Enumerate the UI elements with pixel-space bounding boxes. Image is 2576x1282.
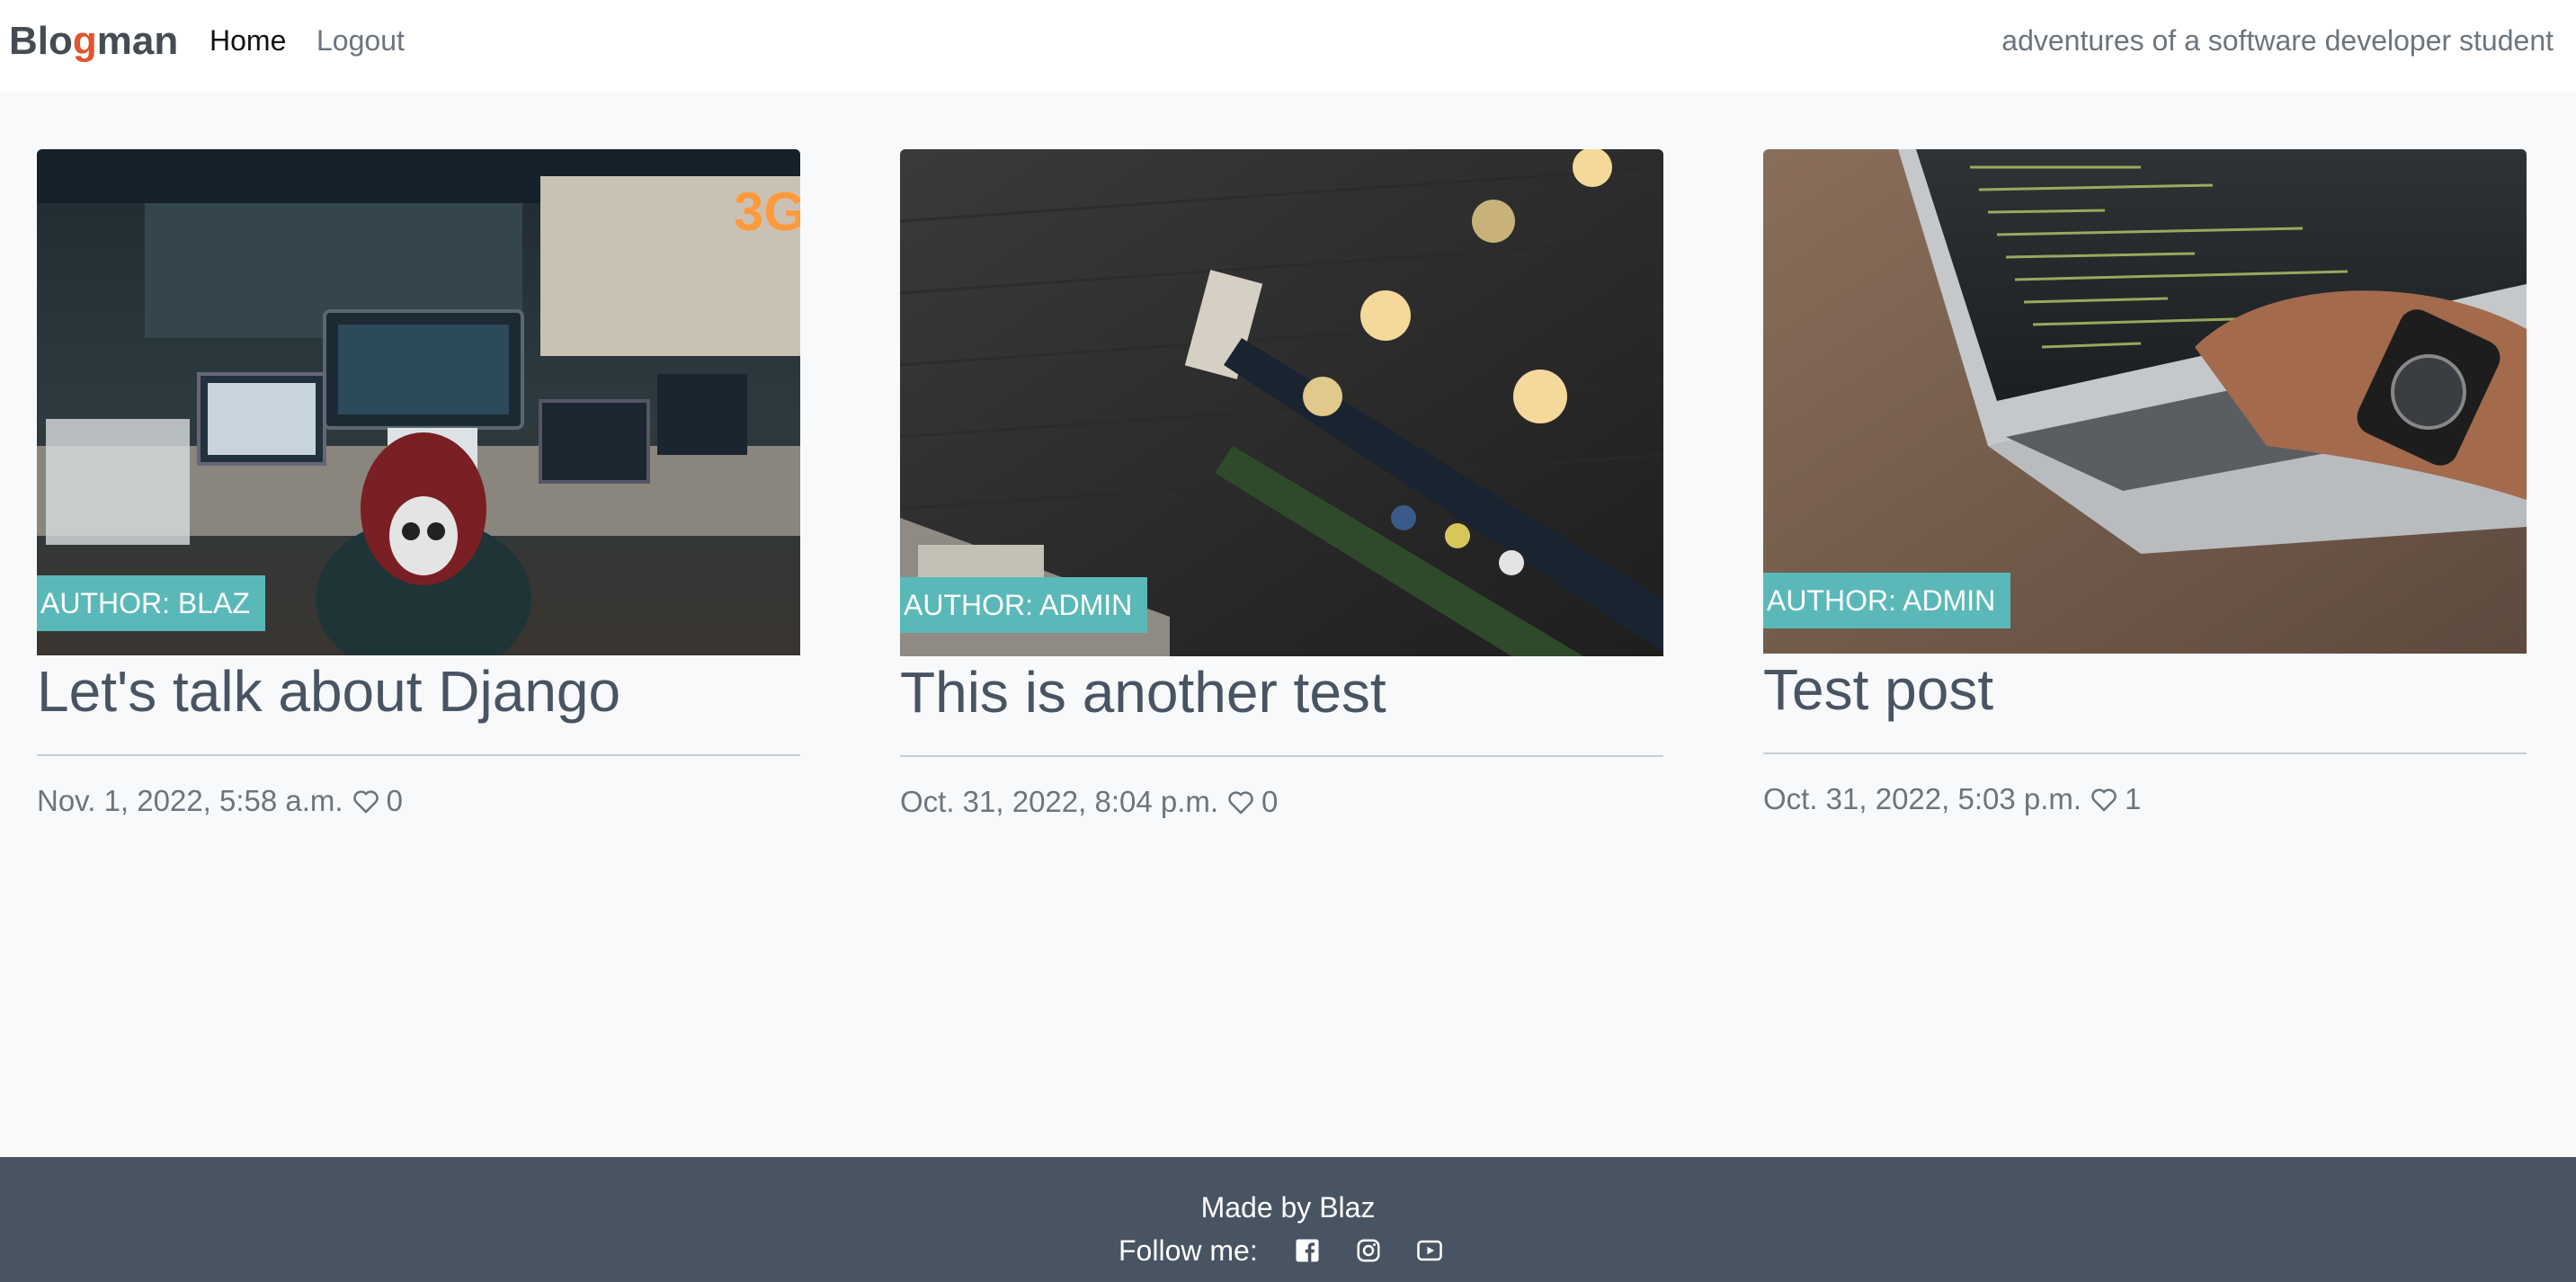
like-count: 1 [2125, 782, 2142, 815]
post-date: Oct. 31, 2022, 5:03 p.m. [1763, 782, 2082, 815]
facebook-icon[interactable] [1294, 1237, 1321, 1264]
svg-text:3G: 3G [734, 182, 800, 242]
post-thumbnail[interactable]: AUTHOR: ADMIN [900, 149, 1663, 656]
heart-icon[interactable] [2089, 784, 2119, 815]
heart-icon[interactable] [1226, 787, 1256, 817]
heart-icon[interactable] [351, 786, 381, 816]
post-meta: Nov. 1, 2022, 5:58 a.m. 0 [37, 783, 800, 819]
follow-row: Follow me: [1119, 1233, 1477, 1269]
author-badge: AUTHOR: ADMIN [900, 577, 1148, 633]
post-date: Oct. 31, 2022, 8:04 p.m. [900, 785, 1219, 818]
site-tagline: adventures of a software developer stude… [2001, 24, 2554, 57]
footer: Made by Blaz Follow me: [0, 1157, 2576, 1282]
brand-logo[interactable]: Blogman [9, 16, 178, 67]
post-card: AUTHOR: ADMIN This is another test Oct. … [900, 149, 1663, 820]
post-meta: Oct. 31, 2022, 5:03 p.m. 1 [1763, 781, 2527, 817]
nav-logout-link[interactable]: Logout [316, 22, 405, 59]
author-badge: AUTHOR: BLAZ [37, 575, 265, 631]
post-title[interactable]: Let's talk about Django [37, 655, 800, 727]
post-meta: Oct. 31, 2022, 8:04 p.m. 0 [900, 784, 1663, 820]
post-thumbnail[interactable]: 3G AUTHOR: BLAZ [37, 149, 800, 655]
divider [1763, 752, 2527, 754]
author-badge: AUTHOR: ADMIN [1763, 573, 2011, 628]
post-card: AUTHOR: ADMIN Test post Oct. 31, 2022, 5… [1763, 149, 2527, 817]
post-card: 3G AUTHOR: BLAZ Let's talk about Django … [37, 149, 800, 819]
post-thumbnail[interactable]: AUTHOR: ADMIN [1763, 149, 2527, 654]
nav-home-link[interactable]: Home [209, 22, 286, 59]
like-count: 0 [386, 784, 403, 817]
like-count: 0 [1261, 785, 1279, 818]
brand-suffix: man [96, 19, 179, 63]
footer-made-by: Made by Blaz [1200, 1191, 1376, 1224]
divider [900, 755, 1663, 757]
youtube-icon[interactable] [1416, 1237, 1443, 1264]
follow-label: Follow me: [1119, 1234, 1258, 1267]
brand-prefix: Blo [9, 19, 73, 63]
brand-accent: g [72, 19, 97, 63]
navbar: Blogman Home Logout adventures of a soft… [0, 0, 2576, 92]
post-title[interactable]: Test post [1763, 654, 2527, 726]
divider [37, 754, 800, 756]
post-date: Nov. 1, 2022, 5:58 a.m. [37, 784, 343, 817]
instagram-icon[interactable] [1355, 1237, 1382, 1264]
post-title[interactable]: This is another test [900, 656, 1663, 728]
